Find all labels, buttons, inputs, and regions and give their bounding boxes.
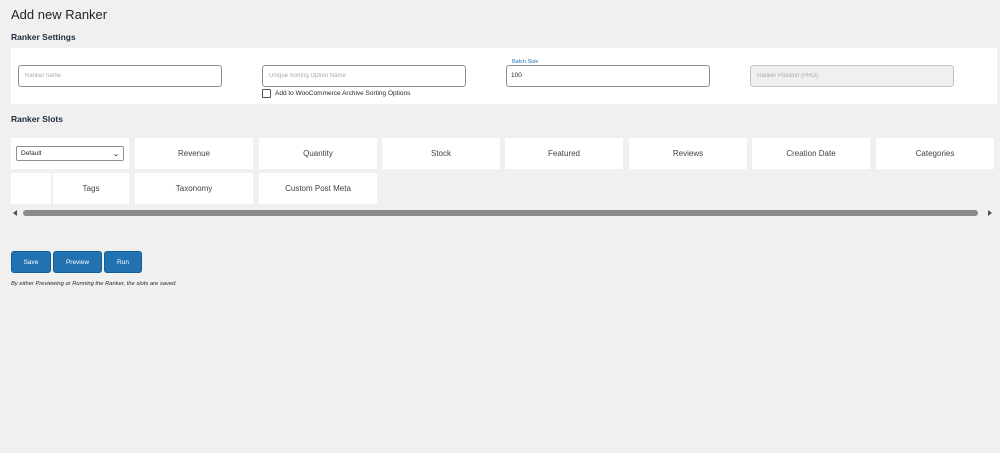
slot-reviews[interactable]: Reviews	[629, 138, 747, 169]
slot-label: Creation Date	[786, 149, 836, 158]
slot-label: Categories	[915, 149, 955, 158]
slot-type-select[interactable]: Default ⌄	[16, 146, 124, 161]
batch-size-value: 100	[511, 72, 522, 79]
slot-label: Tags	[82, 184, 100, 193]
slot-stock[interactable]: Stock	[382, 138, 500, 169]
slot-featured[interactable]: Featured	[505, 138, 623, 169]
scroll-left-arrow-icon[interactable]	[13, 210, 17, 216]
woocommerce-archive-option[interactable]: Add to WooCommerce Archive Sorting Optio…	[262, 89, 410, 98]
slot-label: Featured	[547, 149, 581, 158]
slot-creation-date[interactable]: Creation Date	[752, 138, 870, 169]
ranker-slots-heading: Ranker Slots	[11, 114, 63, 124]
scrollbar-thumb[interactable]	[23, 210, 978, 216]
scroll-right-arrow-icon[interactable]	[988, 210, 992, 216]
batch-size-label: Batch Size	[510, 59, 541, 65]
horizontal-scrollbar[interactable]	[11, 207, 996, 219]
archive-sorting-checkbox[interactable]	[262, 89, 271, 98]
run-button[interactable]: Run	[104, 251, 142, 273]
save-button[interactable]: Save	[11, 251, 51, 273]
slot-type-select-value: Default	[21, 150, 42, 157]
slot-label: Reviews	[672, 149, 704, 158]
slot-quantity[interactable]: Quantity	[259, 138, 377, 169]
slot-label: Stock	[430, 149, 451, 158]
save-note: By either Previewing or Running the Rank…	[11, 281, 177, 287]
slot-custom-post-meta[interactable]: Custom Post Meta	[259, 173, 377, 204]
archive-sorting-checkbox-label: Add to WooCommerce Archive Sorting Optio…	[275, 90, 411, 97]
slot-categories[interactable]: Categories	[876, 138, 994, 169]
page-title: Add new Ranker	[11, 7, 108, 22]
batch-size-field[interactable]	[506, 65, 710, 87]
preview-button[interactable]: Preview	[53, 251, 102, 273]
slot-label: Quantity	[303, 149, 333, 158]
slot-taxonomy[interactable]: Taxonomy	[135, 173, 253, 204]
slot-revenue[interactable]: Revenue	[135, 138, 253, 169]
ranker-settings-heading: Ranker Settings	[11, 32, 76, 42]
ranker-name-input[interactable]	[18, 65, 222, 87]
slot-label: Revenue	[177, 149, 211, 158]
slot-label: Custom Post Meta	[285, 184, 351, 193]
chevron-down-icon: ⌄	[112, 150, 120, 158]
sorting-option-name-input[interactable]	[262, 65, 466, 87]
slot-label: Taxonomy	[175, 184, 213, 193]
ranker-position-input	[750, 65, 954, 87]
slot-empty	[11, 173, 51, 204]
slot-tags[interactable]: Tags	[53, 173, 129, 204]
